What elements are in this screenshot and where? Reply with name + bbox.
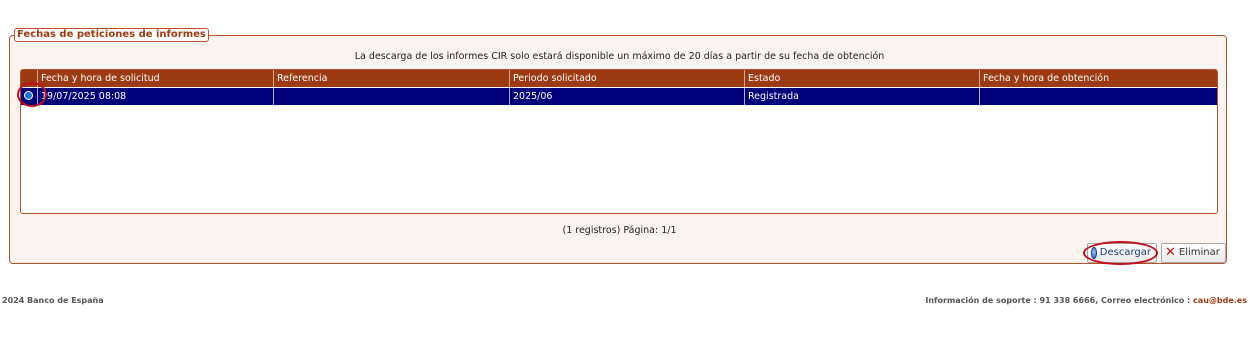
column-header-estado[interactable]: Estado [745,70,980,87]
column-header-fecha-obtencion[interactable]: Fecha y hora de obtención [980,70,1217,87]
footer-copyright: 2024 Banco de España [2,296,104,305]
delete-label: Eliminar [1178,247,1220,258]
delete-button[interactable]: ✕ Eliminar [1161,243,1226,263]
panel-legend: Fechas de peticiones de informes [14,28,209,42]
requests-table: Fecha y hora de solicitud Referencia Per… [20,69,1218,214]
close-icon: ✕ [1165,245,1176,260]
footer-support: Información de soporte : 91 338 6666, Co… [925,296,1247,305]
support-email-link[interactable]: cau@bde.es [1193,296,1247,305]
table-header: Fecha y hora de solicitud Referencia Per… [21,70,1217,87]
column-header-fecha-solicitud[interactable]: Fecha y hora de solicitud [38,70,274,87]
cell-fecha-obtencion [980,88,1217,105]
cell-periodo: 2025/06 [510,88,745,105]
cell-referencia [274,88,510,105]
pager-info: (1 registros) Página: 1/1 [562,225,677,236]
table-row[interactable]: 19/07/2025 08:08 2025/06 Registrada [21,88,1217,105]
download-highlight-ring [1083,241,1158,265]
column-header-referencia[interactable]: Referencia [274,70,510,87]
column-header-periodo[interactable]: Periodo solicitado [510,70,745,87]
support-info: Información de soporte : 91 338 6666, Co… [925,296,1194,305]
radio-highlight-ring [17,82,47,107]
cell-estado: Registrada [745,88,980,105]
download-notice: La descarga de los informes CIR solo est… [354,51,885,62]
cell-fecha-solicitud: 19/07/2025 08:08 [38,88,274,105]
